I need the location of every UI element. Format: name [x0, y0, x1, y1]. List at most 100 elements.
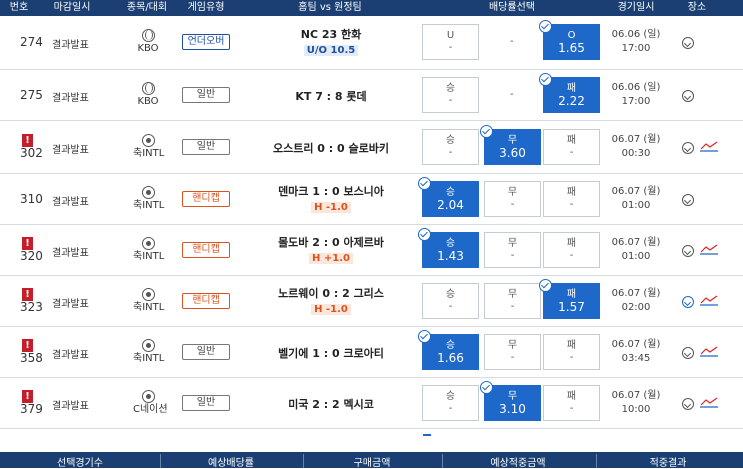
game-type-badge: 일반 — [182, 138, 230, 155]
odds-label: 무 — [507, 134, 518, 146]
header-sport-league: 종목/대회 — [126, 2, 168, 13]
trend-chart-icon[interactable] — [700, 243, 718, 255]
odds-label: 패 — [566, 134, 577, 146]
odds-value: - — [448, 94, 453, 106]
odds-label: 패 — [566, 82, 577, 94]
home-odds-button[interactable]: U - — [422, 24, 479, 60]
trend-chart-icon[interactable] — [700, 140, 718, 152]
handicap-line: H -1.0 — [311, 201, 351, 213]
game-type-badge: 일반 — [182, 394, 230, 411]
home-odds-button[interactable]: 승 - — [422, 76, 479, 113]
match-time: 17:00 — [621, 43, 651, 54]
venue-pin-icon[interactable] — [682, 89, 694, 102]
handicap-line: H -1.0 — [311, 303, 351, 315]
match-time: 01:00 — [621, 250, 651, 262]
odds-value: 1.66 — [437, 350, 464, 365]
match-teams-score: 오스트리 0 : 0 슬로바키 — [273, 141, 389, 155]
header-game-type: 게임유형 — [187, 2, 225, 13]
odds-label: 무 — [507, 186, 518, 198]
match-date: 06.07 (월) — [611, 236, 661, 248]
venue-pin-icon[interactable] — [682, 193, 694, 206]
game-type-badge: 핸디캡 — [182, 292, 230, 309]
footer-purchase-amount: 구매금액 — [353, 458, 391, 469]
away-odds-button[interactable]: O 1.65 — [539, 20, 600, 60]
table-row: ! 320 결과발표 축INTL 핸디캡 몰도바 2 : 0 아제르바 H +1.0 … — [0, 225, 743, 276]
away-odds-button[interactable]: 패 - — [543, 180, 600, 217]
table-row: ! 323 결과발표 축INTL 핸디캡 노르웨이 0 : 2 그리스 H -1.0 … — [0, 276, 743, 327]
draw-odds-button[interactable]: 무 3.10 — [480, 380, 541, 421]
away-odds-button[interactable]: 패 2.22 — [539, 72, 600, 113]
odds-label: 패 — [566, 288, 577, 300]
match-teams-score: 노르웨이 0 : 2 그리스 — [278, 286, 384, 300]
footer-divider — [442, 454, 443, 468]
odds-label: 무 — [507, 390, 518, 402]
home-odds-button[interactable]: 승 - — [422, 128, 479, 165]
game-number: 274 — [20, 35, 43, 49]
odds-value: - — [510, 198, 515, 210]
soccer-icon — [141, 133, 155, 147]
draw-odds-button[interactable]: 무 - — [484, 180, 541, 217]
match-date: 06.07 (월) — [611, 185, 661, 197]
away-odds-button[interactable]: 패 - — [543, 231, 600, 268]
draw-odds-button[interactable]: 무 - — [484, 282, 541, 319]
away-odds-button[interactable]: 패 - — [543, 128, 600, 165]
odds-value: 1.57 — [558, 299, 585, 314]
away-odds-button[interactable]: 패 - — [543, 333, 600, 370]
odds-label: 승 — [445, 288, 456, 300]
game-type-badge: 핸디캡 — [182, 241, 230, 258]
deadline-status: 결과발표 — [52, 349, 89, 361]
match-time: 00:30 — [621, 147, 651, 159]
venue-pin-icon[interactable] — [682, 346, 694, 359]
match-cell: 노르웨이 0 : 2 그리스 H -1.0 — [245, 285, 417, 315]
trend-chart-icon[interactable] — [700, 294, 718, 306]
table-row: 275 결과발표 KBO 일반 KT 7 : 8 롯데 승 - - 패 2.22 0… — [0, 70, 743, 121]
deadline-status: 결과발표 — [52, 144, 89, 156]
scroll-indicator[interactable] — [423, 434, 431, 436]
baseball-icon — [141, 81, 155, 95]
venue-pin-icon[interactable] — [682, 397, 694, 410]
draw-odds-button[interactable]: 무 - — [484, 231, 541, 268]
footer-expected-odds: 예상배당률 — [208, 458, 254, 469]
match-teams-score: NC 23 한화 — [300, 28, 362, 41]
match-time: 10:00 — [621, 403, 651, 415]
table-row: 310 결과발표 축INTL 핸디캡 덴마크 1 : 0 보스니아 H -1.0 승… — [0, 174, 743, 225]
soccer-icon — [141, 185, 155, 199]
odds-value: - — [569, 198, 574, 210]
draw-odds-button[interactable]: 무 - — [484, 333, 541, 370]
match-datetime: 06.07 (월) 00:30 — [610, 133, 662, 161]
odds-value: 1.65 — [558, 41, 585, 55]
venue-pin-icon[interactable] — [682, 141, 694, 154]
sport-league: 축INTL — [133, 338, 164, 365]
match-date: 06.07 (월) — [611, 389, 661, 401]
match-date: 06.07 (월) — [611, 133, 661, 145]
odds-label: 승 — [445, 339, 456, 351]
match-datetime: 06.07 (월) 02:00 — [610, 287, 662, 315]
trend-chart-icon[interactable] — [700, 345, 718, 357]
sport-league: KBO — [133, 81, 163, 108]
league-label: C네이션 — [133, 403, 168, 415]
game-number: 275 — [20, 87, 43, 102]
draw-odds-button[interactable]: 무 3.60 — [480, 124, 541, 165]
odds-label: 승 — [445, 82, 456, 94]
league-label: KBO — [137, 95, 159, 107]
deadline-status: 결과발표 — [52, 400, 89, 412]
table-row: ! 358 결과발표 축INTL 일반 벨기에 1 : 0 크로아티 승 1.66 무… — [0, 327, 743, 378]
home-odds-button[interactable]: 승 - — [422, 282, 479, 319]
game-type-badge: 일반 — [182, 86, 230, 103]
match-datetime: 06.07 (월) 03:45 — [610, 338, 662, 366]
home-odds-button[interactable]: 승 1.43 — [418, 227, 479, 268]
away-odds-button[interactable]: 패 1.57 — [539, 278, 600, 319]
venue-pin-icon[interactable] — [682, 295, 694, 308]
odds-label: 승 — [445, 186, 456, 198]
deadline-status: 결과발표 — [52, 298, 89, 310]
away-odds-button[interactable]: 패 - — [543, 384, 600, 421]
venue-pin-icon[interactable] — [682, 37, 694, 49]
home-odds-button[interactable]: 승 2.04 — [418, 176, 479, 217]
home-odds-button[interactable]: 승 1.66 — [418, 329, 479, 370]
home-odds-button[interactable]: 승 - — [422, 384, 479, 421]
match-teams-score: 몰도바 2 : 0 아제르바 — [278, 235, 384, 249]
venue-pin-icon[interactable] — [682, 244, 694, 257]
check-icon — [480, 380, 493, 394]
handicap-line: U/O 10.5 — [303, 45, 359, 56]
trend-chart-icon[interactable] — [700, 396, 718, 408]
